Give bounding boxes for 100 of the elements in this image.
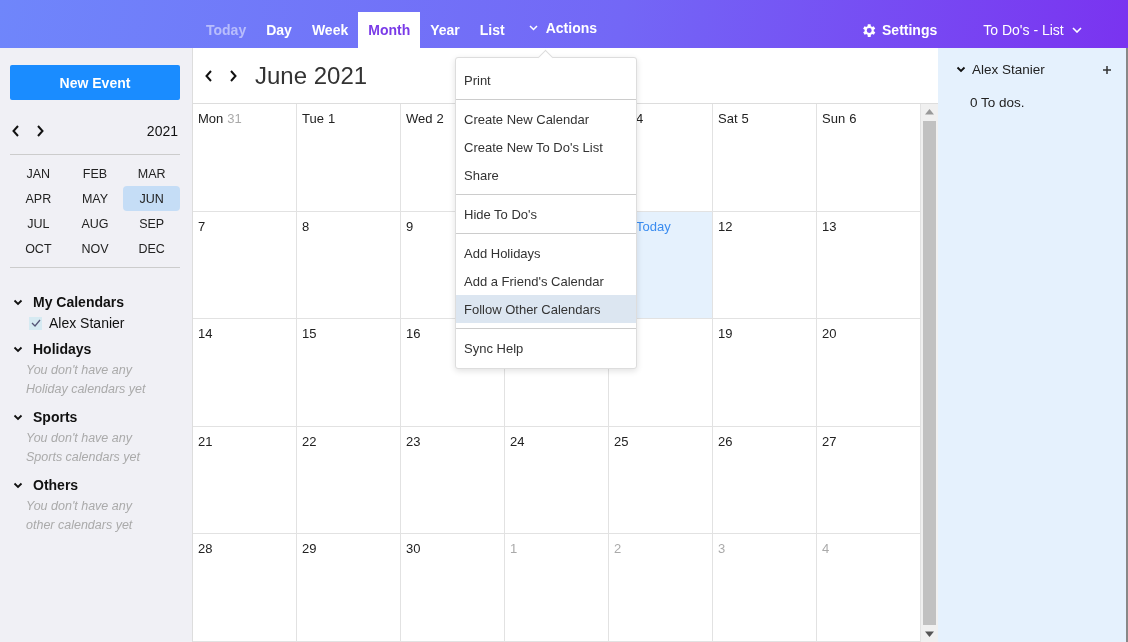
next-icon[interactable] <box>229 69 237 82</box>
day-cell[interactable]: 28 <box>193 534 297 642</box>
day-number: 28 <box>198 541 213 557</box>
day-cell[interactable]: 24 <box>505 426 609 535</box>
previous-icon[interactable] <box>12 125 20 137</box>
next-icon[interactable] <box>36 125 44 137</box>
calendar-name: Alex Stanier <box>49 315 125 331</box>
day-number: 23 <box>406 433 421 449</box>
day-number: 5 <box>741 111 749 126</box>
weekday-label: Mon <box>198 111 224 126</box>
day-number: 21 <box>198 433 213 449</box>
day-cell[interactable]: 14 <box>193 319 297 427</box>
day-cell[interactable]: 12 <box>713 211 817 320</box>
day-number: 26 <box>718 433 733 449</box>
month-button[interactable]: SEP <box>123 211 180 236</box>
month-title: June 2021 <box>255 61 368 90</box>
day-cell[interactable]: 26 <box>713 426 817 535</box>
day-number: 1 <box>510 541 518 557</box>
month-button[interactable]: AUG <box>66 211 124 236</box>
day-number: 12 <box>718 218 733 234</box>
day-number: 4 <box>822 541 830 557</box>
todo-owner: Alex Stanier <box>972 62 1045 77</box>
month-button[interactable]: DEC <box>123 236 180 261</box>
day-number: 15 <box>302 326 317 342</box>
month-button[interactable]: MAR <box>123 161 180 186</box>
month-button[interactable]: JUL <box>10 211 67 236</box>
weekday-label: Wed <box>406 111 433 126</box>
day-cell[interactable]: Sat 5 <box>713 104 817 212</box>
empty-message: You don't have any Sports calendars yet <box>26 430 142 466</box>
checkbox[interactable] <box>29 316 42 330</box>
day-number: 30 <box>406 541 421 557</box>
day-number: 25 <box>614 433 629 449</box>
day-number: 7 <box>198 218 206 234</box>
month-button[interactable]: OCT <box>10 236 67 261</box>
chevron-down-icon <box>1071 27 1082 33</box>
empty-message: You don't have any Holiday calendars yet <box>26 362 147 398</box>
day-number: 29 <box>302 541 317 557</box>
actions-menu-button[interactable]: Actions <box>518 12 608 48</box>
month-button[interactable]: NOV <box>66 236 124 261</box>
day-number: 8 <box>302 218 310 234</box>
day-number: Today <box>636 218 671 234</box>
day-cell[interactable]: 8 <box>297 211 401 320</box>
view-tab[interactable]: List <box>469 12 515 48</box>
scroll-down-icon[interactable] <box>925 631 934 637</box>
day-number: 27 <box>822 433 837 449</box>
calendar-group-title: Holidays <box>33 341 92 357</box>
day-number: 4 <box>636 111 644 126</box>
weekday-label: Sun <box>822 111 846 126</box>
day-number: 3 <box>718 541 726 557</box>
menu-item[interactable]: Print <box>456 66 636 94</box>
chevron-down-icon[interactable] <box>956 66 966 73</box>
day-cell[interactable]: 29 <box>297 534 401 642</box>
day-cell[interactable]: 30 <box>401 534 505 642</box>
view-tab[interactable]: Month <box>358 12 421 48</box>
day-number: 19 <box>718 326 733 342</box>
calendar-group-title: My Calendars <box>33 294 125 310</box>
day-number: 1 <box>327 111 336 126</box>
day-number: 14 <box>198 326 213 342</box>
day-cell[interactable]: 23 <box>401 426 505 535</box>
view-tab[interactable]: Week <box>301 12 359 48</box>
day-number: 2 <box>436 111 444 126</box>
month-button[interactable]: JUN <box>123 186 180 211</box>
chevron-down-icon[interactable] <box>13 481 23 489</box>
month-button[interactable]: APR <box>10 186 67 211</box>
day-cell[interactable]: 21 <box>193 426 297 535</box>
previous-icon[interactable] <box>205 69 213 82</box>
chevron-down-icon[interactable] <box>13 345 23 353</box>
view-tab[interactable]: Year <box>420 12 470 48</box>
day-cell[interactable]: Tue 1 <box>297 104 401 212</box>
day-number: 31 <box>227 111 242 126</box>
day-number: 20 <box>822 326 837 342</box>
month-button[interactable]: MAY <box>66 186 124 211</box>
menu-item[interactable]: Follow Other Calendars <box>456 295 636 323</box>
day-number: 13 <box>822 218 837 234</box>
day-cell[interactable]: 15 <box>297 319 401 427</box>
day-cell[interactable]: 19 <box>713 319 817 427</box>
add-icon[interactable] <box>1102 64 1112 75</box>
weekday-label: Tue <box>302 111 324 126</box>
day-number: 24 <box>510 433 525 449</box>
todo-count: 0 To dos. <box>970 95 1026 110</box>
calendar-group-title: Others <box>33 477 79 493</box>
chevron-down-icon <box>528 25 538 31</box>
day-number: 6 <box>849 111 857 126</box>
settings-button[interactable]: Settings <box>860 12 938 48</box>
day-cell[interactable]: 22 <box>297 426 401 535</box>
month-button[interactable]: FEB <box>66 161 124 186</box>
view-tab[interactable]: Day <box>256 12 302 48</box>
day-number: 2 <box>614 541 622 557</box>
scrollbar[interactable] <box>921 104 938 642</box>
chevron-down-icon[interactable] <box>13 298 23 306</box>
weekday-label: Sat <box>718 111 738 126</box>
empty-message: You don't have any other calendars yet <box>26 498 134 534</box>
chevron-down-icon[interactable] <box>13 413 23 421</box>
year-label: 2021 <box>146 123 178 139</box>
day-cell[interactable]: 25 <box>609 426 713 535</box>
todo-list-dropdown[interactable]: To Do's - List <box>983 12 1082 48</box>
month-button[interactable]: JAN <box>10 161 67 186</box>
day-cell[interactable]: 7 <box>193 211 297 320</box>
day-cell[interactable]: Mon 31 <box>193 104 297 212</box>
day-number: 16 <box>406 326 421 342</box>
